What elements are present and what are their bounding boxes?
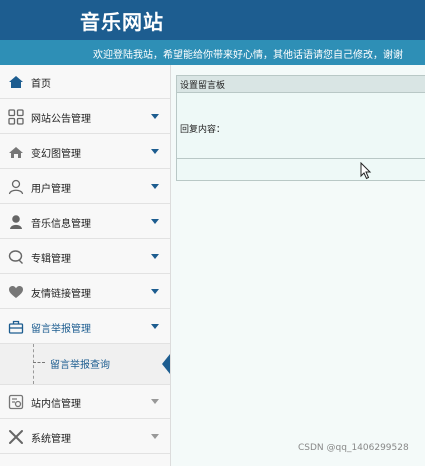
sidebar-item-album[interactable]: 专辑管理 [0, 240, 170, 274]
submenu-item-label: 留言举报查询 [50, 360, 110, 371]
submenu-report-query[interactable]: 留言举报查询 [0, 344, 170, 385]
sidebar-item-links[interactable]: 友情链接管理 [0, 275, 170, 309]
message-icon [8, 394, 24, 410]
sidebar-item-system[interactable]: 系统管理 [0, 420, 170, 454]
sidebar-item-label: 用户管理 [31, 184, 71, 195]
chevron-down-icon [151, 399, 159, 404]
welcome-text: 欢迎登陆我站，希望能给你带来好心情，其他话语请您自己修改，谢谢 [93, 50, 403, 61]
sidebar-item-users[interactable]: 用户管理 [0, 170, 170, 204]
sidebar-item-label: 站内信管理 [31, 399, 81, 410]
sidebar: 首页 网站公告管理 变幻图管理 用户管理 音乐信息管理 专辑管理 友情链接管理 … [0, 65, 171, 466]
chevron-down-icon [151, 149, 159, 154]
chevron-down-icon [151, 184, 159, 189]
chevron-down-icon [151, 434, 159, 439]
user-outline-icon [8, 179, 24, 195]
sidebar-item-label: 系统管理 [31, 434, 71, 445]
sidebar-item-label: 首页 [31, 79, 51, 90]
reply-content-label: 回复内容： [180, 125, 226, 135]
chevron-down-icon [151, 114, 159, 119]
sidebar-item-music[interactable]: 音乐信息管理 [0, 205, 170, 239]
sidebar-item-slideshow[interactable]: 变幻图管理 [0, 135, 170, 169]
tree-branch [33, 362, 45, 363]
panel-footer-divider [177, 158, 425, 159]
sidebar-item-label: 留言举报管理 [31, 324, 91, 335]
site-title: 音乐网站 [80, 10, 164, 34]
chevron-down-icon [151, 289, 159, 294]
sidebar-item-label: 专辑管理 [31, 254, 71, 265]
watermark: CSDN @qq_1406299528 [298, 443, 409, 453]
sidebar-item-announcement[interactable]: 网站公告管理 [0, 100, 170, 134]
panel-title: 设置留言板 [180, 81, 226, 91]
header-bar: 音乐网站 [0, 0, 425, 40]
home-icon [9, 76, 23, 88]
heart-icon [9, 286, 23, 298]
sidebar-item-label: 变幻图管理 [31, 149, 81, 160]
sidebar-item-label: 音乐信息管理 [31, 219, 91, 230]
house-icon [9, 147, 23, 158]
chevron-down-icon [151, 254, 159, 259]
sidebar-item-report[interactable]: 留言举报管理 [0, 310, 170, 344]
chevron-down-icon [151, 324, 159, 329]
sidebar-item-messages[interactable]: 站内信管理 [0, 385, 170, 419]
message-board-panel: 设置留言板 回复内容： [176, 75, 425, 181]
active-pointer-icon [162, 354, 170, 374]
grid-icon [8, 109, 24, 125]
sidebar-item-label: 网站公告管理 [31, 114, 91, 125]
welcome-marquee: 欢迎登陆我站，希望能给你带来好心情，其他话语请您自己修改，谢谢 [0, 40, 425, 65]
sidebar-item-home[interactable]: 首页 [0, 65, 170, 99]
panel-header: 设置留言板 [177, 76, 425, 93]
mouse-cursor-icon [360, 162, 372, 180]
tree-line [33, 344, 34, 384]
tools-icon [9, 430, 23, 444]
sidebar-item-label: 友情链接管理 [31, 289, 91, 300]
briefcase-icon [8, 320, 24, 334]
chevron-down-icon [151, 219, 159, 224]
user-solid-icon [10, 215, 22, 229]
chat-bubble-icon [8, 250, 23, 264]
